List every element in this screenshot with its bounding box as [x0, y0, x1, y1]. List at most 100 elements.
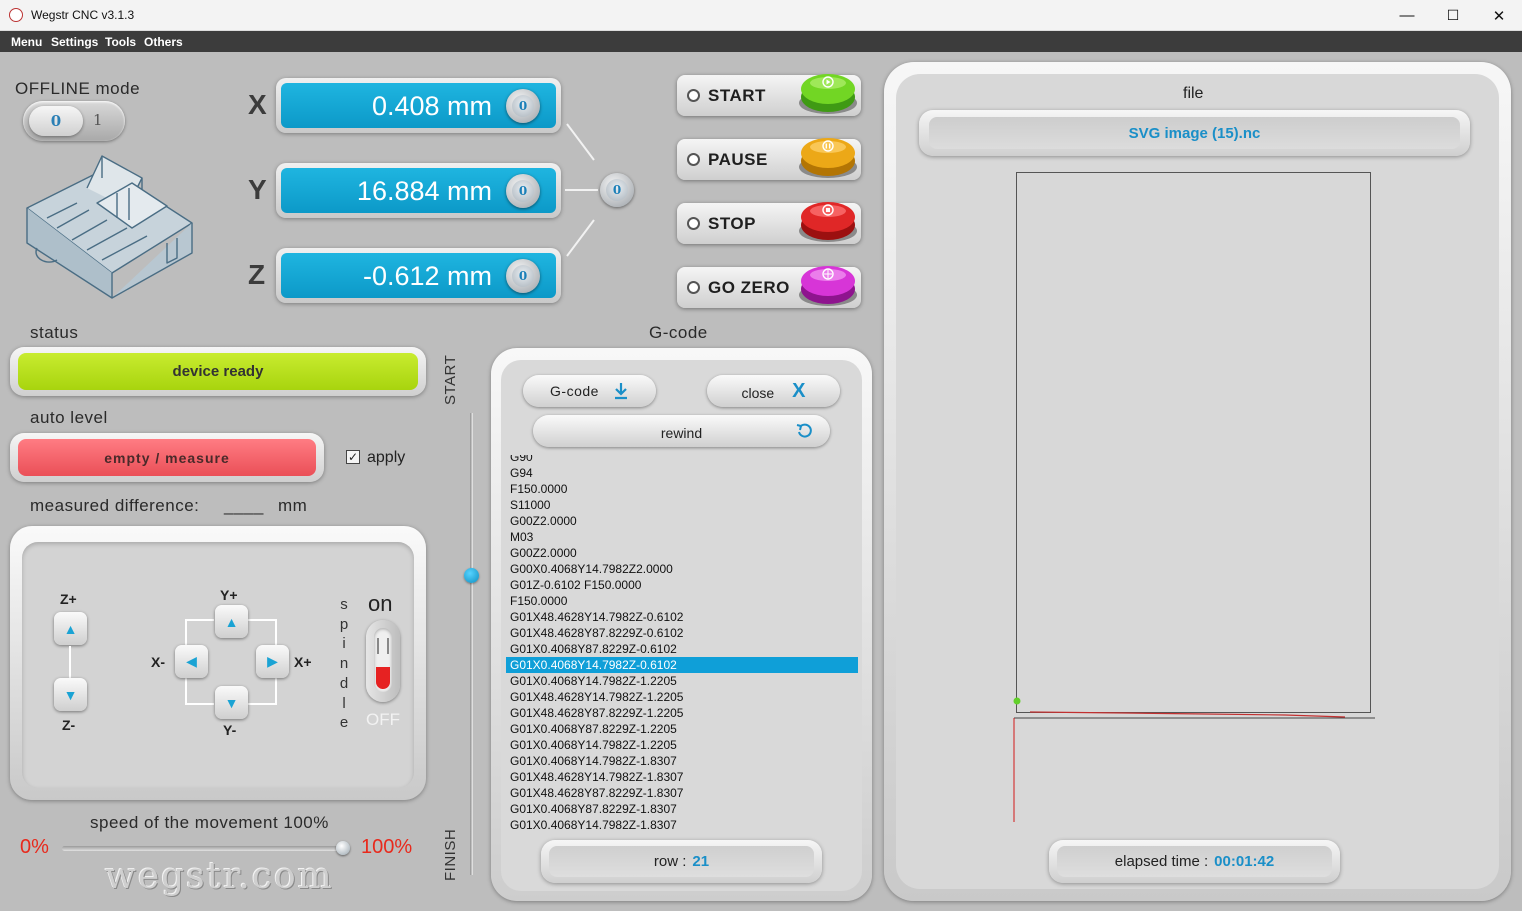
jog-x-minus-button[interactable]: ◀	[175, 645, 208, 678]
speed-label: speed of the movement 100%	[90, 813, 329, 832]
go-zero-button[interactable]: GO ZERO	[677, 266, 861, 308]
axis-letter-y: Y	[248, 174, 267, 205]
jog-x-plus-button[interactable]: ▶	[256, 645, 289, 678]
offline-mode-label: OFFLINE mode	[15, 79, 141, 98]
download-icon	[614, 383, 627, 400]
speed-slider-handle[interactable]	[336, 841, 350, 855]
start-play-icon	[799, 74, 857, 114]
start-button[interactable]: START	[677, 74, 861, 116]
menu-bar: Menu Settings Tools Others	[0, 31, 1522, 52]
gcode-line[interactable]: G01X0.4068Y87.8229Z-1.8307	[506, 801, 858, 817]
gcode-line[interactable]: G01X48.4628Y14.7982Z-1.8307	[506, 769, 858, 785]
go-zero-label: GO ZERO	[708, 278, 790, 297]
jog-z-plus-button[interactable]: ▲	[54, 612, 87, 645]
z-jog-connector	[69, 646, 71, 678]
gcode-line[interactable]: G01X48.4628Y87.8229Z-1.2205	[506, 705, 858, 721]
gcode-list[interactable]: G90 G94 F150.0000 S11000 G00Z2.0000 M03 G00Z2.…	[506, 455, 858, 835]
go-zero-radio-dot	[687, 281, 700, 294]
gcode-line[interactable]: G01X0.4068Y14.7982Z-1.8307	[506, 817, 858, 833]
spindle-vertical-label: s p i n d l e	[337, 595, 351, 733]
offline-mode-toggle[interactable]: 0 1	[23, 101, 125, 141]
pause-button[interactable]: PAUSE	[677, 138, 861, 180]
measured-difference-value: ____	[224, 496, 264, 515]
gcode-line[interactable]: G00Z2.0000	[506, 545, 858, 561]
zero-all-button[interactable]: 0	[600, 173, 634, 207]
close-window-button[interactable]: ✕	[1476, 0, 1522, 31]
menu-item-menu[interactable]: Menu	[11, 35, 42, 49]
spindle-letter: p	[339, 615, 349, 633]
stop-radio-dot	[687, 217, 700, 230]
gcode-line[interactable]: G00Z2.0000	[506, 513, 858, 529]
zero-y-button[interactable]: 0	[506, 174, 540, 208]
x-minus-label: X-	[151, 654, 165, 670]
gcode-line[interactable]: S11000	[506, 497, 858, 513]
z-position-value: -0.612 mm	[362, 261, 492, 291]
gcode-line[interactable]: M03	[506, 529, 858, 545]
axis-letter-z: Z	[248, 259, 266, 290]
jog-y-plus-button[interactable]: ▲	[215, 605, 248, 638]
y-minus-label: Y-	[223, 722, 237, 738]
status-value: device ready	[18, 353, 418, 390]
gcode-line[interactable]: G01X0.4068Y87.8229Z-1.2205	[506, 721, 858, 737]
x-plus-label: X+	[294, 654, 312, 670]
progress-marker[interactable]	[464, 568, 479, 583]
x-position-display: 0.408 mm 0	[276, 78, 561, 133]
zero-z-label: 0	[512, 265, 534, 287]
gcode-line[interactable]: F150.0000	[506, 481, 858, 497]
maximize-button[interactable]: ☐	[1430, 0, 1476, 31]
gcode-line[interactable]: G01X48.4628Y87.8229Z-0.6102	[506, 625, 858, 641]
z-plus-label: Z+	[60, 591, 77, 607]
jog-y-minus-button[interactable]: ▼	[215, 686, 248, 719]
arrow-up-icon: ▲	[63, 620, 78, 637]
menu-item-tools[interactable]: Tools	[105, 35, 136, 49]
menu-item-others[interactable]: Others	[144, 35, 183, 49]
rewind-button[interactable]: rewind	[533, 415, 830, 447]
load-gcode-label: G-code	[550, 383, 599, 399]
auto-level-title: auto level	[30, 408, 108, 427]
apply-checkbox[interactable]: ✓	[346, 450, 360, 464]
gcode-line[interactable]: G90	[506, 455, 858, 465]
stop-icon	[799, 202, 857, 242]
gcode-line[interactable]: G01X48.4628Y14.7982Z-1.2205	[506, 689, 858, 705]
spindle-toggle-indicator	[376, 667, 390, 689]
jog-z-minus-button[interactable]: ▼	[54, 678, 87, 711]
gcode-line[interactable]: G94	[506, 465, 858, 481]
gcode-line[interactable]: G01X0.4068Y14.7982Z-1.8307	[506, 753, 858, 769]
progress-finish-label-wrap: FINISH	[442, 820, 462, 884]
minimize-button[interactable]: —	[1384, 0, 1430, 31]
pause-icon	[799, 138, 857, 178]
x-position-value: 0.408 mm	[371, 91, 492, 121]
auto-level-measure-button[interactable]: empty / measure	[10, 433, 324, 482]
gcode-line[interactable]: G01X0.4068Y87.8229Z-0.6102	[506, 641, 858, 657]
spindle-toggle[interactable]	[366, 620, 400, 702]
speed-slider-track[interactable]	[62, 846, 346, 851]
gcode-line[interactable]: G01X0.4068Y14.7982Z-1.2205	[506, 673, 858, 689]
start-radio-dot	[687, 89, 700, 102]
progress-finish-label: FINISH	[442, 828, 459, 881]
gcode-line-selected[interactable]: G01X0.4068Y14.7982Z-0.6102	[506, 657, 858, 673]
z-minus-label: Z-	[62, 717, 76, 733]
gcode-line[interactable]: F150.0000	[506, 593, 858, 609]
measured-difference-label: measured difference:	[30, 496, 200, 515]
load-gcode-button[interactable]: G-code	[523, 375, 656, 407]
y-position-value: 16.884 mm	[356, 176, 492, 206]
close-gcode-button[interactable]: close X	[707, 375, 840, 407]
gcode-line[interactable]: G01X48.4628Y87.8229Z-1.8307	[506, 785, 858, 801]
row-indicator: row : 21	[541, 840, 822, 883]
wegstr-watermark: wegstr.com	[105, 856, 334, 897]
measured-difference-unit: mm	[278, 496, 308, 515]
y-position-display: 16.884 mm 0	[276, 163, 561, 218]
zero-z-button[interactable]: 0	[506, 259, 540, 293]
go-zero-target-icon	[799, 266, 857, 306]
zero-x-button[interactable]: 0	[506, 89, 540, 123]
window-title: Wegstr CNC v3.1.3	[31, 8, 135, 22]
start-label: START	[708, 86, 766, 105]
close-x-icon: X	[792, 379, 806, 402]
gcode-line[interactable]: G01X48.4628Y14.7982Z-0.6102	[506, 609, 858, 625]
gcode-line[interactable]: G01Z-0.6102 F150.0000	[506, 577, 858, 593]
stop-button[interactable]: STOP	[677, 202, 861, 244]
menu-item-settings[interactable]: Settings	[51, 35, 98, 49]
gcode-line[interactable]: G01X0.4068Y14.7982Z-1.2205	[506, 737, 858, 753]
gcode-line[interactable]: G00X0.4068Y14.7982Z2.0000	[506, 561, 858, 577]
elapsed-time-value: 00:01:42	[1214, 853, 1275, 870]
